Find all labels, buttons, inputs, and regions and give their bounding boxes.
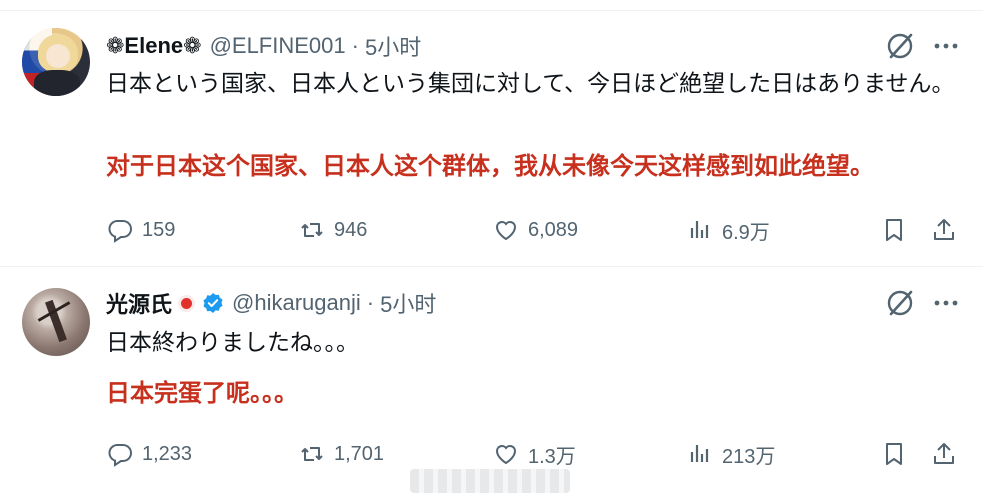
flag-badge-icon — [181, 297, 193, 309]
tweet-actions: 1,233 1,701 1.3万 213万 — [106, 438, 966, 470]
views-count: 213万 — [722, 445, 776, 468]
retweet-icon — [301, 447, 323, 461]
watermark — [410, 469, 570, 493]
tweet-actions: 159 946 6,089 6.9万 — [106, 214, 966, 246]
retweet-button[interactable]: 946 — [298, 214, 367, 246]
reply-count: 159 — [142, 218, 176, 241]
tweet[interactable]: ❁Elene❁ @ELFINE001 · 5小时 日本という国家、日本人という集… — [0, 0, 983, 267]
views-button[interactable]: 6.9万 — [686, 214, 770, 246]
display-name[interactable]: ❁Elene❁ — [106, 33, 202, 59]
more-icon[interactable] — [931, 288, 961, 318]
tweet-text-japanese: 日本という国家、日本人という集団に対して、今日ほど絶望した日はありません。 — [106, 70, 955, 96]
views-count: 6.9万 — [722, 221, 770, 244]
share-button[interactable] — [930, 214, 958, 246]
share-button[interactable] — [930, 438, 958, 470]
separator-dot: · — [351, 33, 359, 58]
like-button[interactable]: 1.3万 — [492, 438, 576, 470]
retweet-count: 946 — [334, 218, 368, 241]
tweet-text-chinese-translation: 日本完蛋了呢。。。 — [106, 380, 298, 407]
tweet-text-chinese-translation: 对于日本这个国家、日本人这个群体，我从未像今天这样感到如此绝望。 — [106, 153, 874, 180]
tweet-header: ❁Elene❁ @ELFINE001 · 5小时 — [106, 31, 421, 61]
reply-icon — [108, 444, 132, 467]
bookmark-icon — [886, 219, 902, 241]
like-icon — [495, 445, 517, 465]
like-button[interactable]: 6,089 — [492, 214, 578, 246]
bookmark-button[interactable] — [880, 438, 908, 470]
reply-count: 1,233 — [142, 442, 193, 465]
like-icon — [495, 221, 517, 241]
retweet-count: 1,701 — [334, 442, 385, 465]
timestamp[interactable]: 5小时 — [365, 30, 421, 62]
views-icon — [690, 221, 709, 238]
like-count: 6,089 — [528, 218, 579, 241]
avatar[interactable] — [22, 288, 90, 356]
tweet-text-japanese: 日本終わりましたね。。。 — [106, 329, 359, 355]
share-icon — [934, 443, 954, 464]
verified-badge-icon — [203, 293, 223, 313]
reply-button[interactable]: 159 — [106, 214, 175, 246]
avatar[interactable] — [22, 28, 90, 96]
separator-dot: · — [366, 290, 375, 315]
reply-button[interactable]: 1,233 — [106, 438, 192, 470]
views-icon — [690, 445, 709, 462]
user-handle[interactable]: @hikaruganji — [232, 290, 361, 316]
display-name[interactable]: 光源氏 — [106, 287, 172, 319]
share-icon — [934, 219, 954, 240]
grok-icon[interactable] — [884, 30, 916, 62]
more-icon[interactable] — [931, 31, 961, 61]
like-count: 1.3万 — [528, 445, 576, 468]
bookmark-button[interactable] — [880, 214, 908, 246]
views-button[interactable]: 213万 — [686, 438, 775, 470]
user-handle[interactable]: @ELFINE001 — [210, 33, 346, 59]
retweet-icon — [301, 223, 323, 237]
timestamp[interactable]: 5小时 — [380, 287, 436, 319]
grok-icon[interactable] — [884, 287, 916, 319]
bookmark-icon — [886, 443, 902, 465]
tweet-header: 光源氏 @hikaruganji · 5小时 — [106, 288, 436, 318]
retweet-button[interactable]: 1,701 — [298, 438, 384, 470]
reply-icon — [108, 220, 132, 243]
